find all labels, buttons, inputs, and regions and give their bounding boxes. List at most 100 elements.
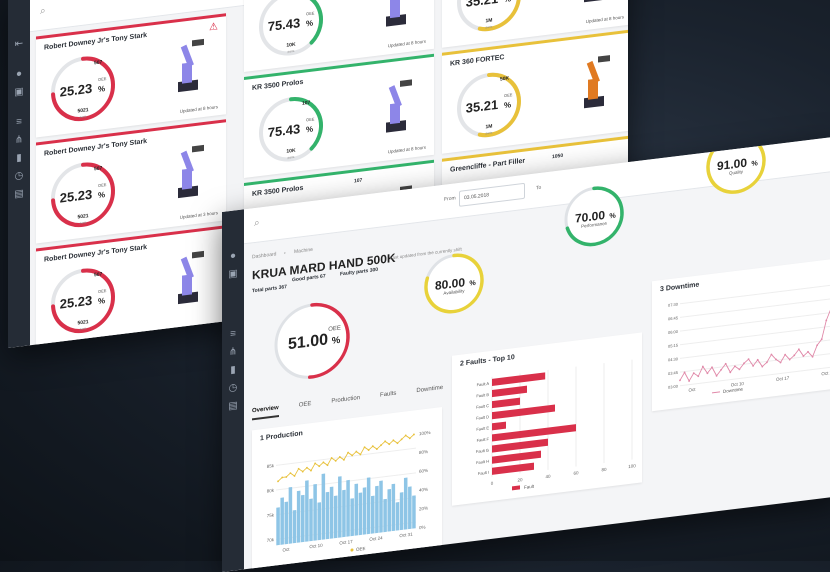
legend-label: OEE bbox=[356, 546, 365, 552]
tab-overview[interactable]: Overview bbox=[252, 405, 279, 420]
machine-card[interactable]: Robert Downey Jr's Tony Stark⚠25.23%OEE5… bbox=[36, 13, 226, 137]
oee-value: 25.23 bbox=[60, 187, 93, 206]
x-tick-label: 100 bbox=[628, 463, 636, 469]
y-tick-label: Fault E bbox=[476, 425, 489, 432]
robot-head bbox=[400, 79, 412, 86]
production-bar bbox=[346, 480, 350, 537]
faulty-count: 50K bbox=[500, 75, 510, 82]
percent-sign: % bbox=[306, 19, 313, 29]
percent-sign: % bbox=[98, 190, 105, 200]
faulty-count: 507 bbox=[94, 271, 103, 278]
production-bar bbox=[350, 498, 354, 536]
machine-card[interactable]: Robert Downey Jr's Tony Stark25.23%OEE50… bbox=[36, 119, 226, 243]
tab-production[interactable]: Production bbox=[331, 395, 360, 411]
x-tick-label: 20 bbox=[518, 477, 523, 483]
machine-card[interactable]: Robert Downey Jr's Tony Stark25.23%OEE50… bbox=[36, 225, 226, 348]
machine-card-name: KR 360 FORTEC bbox=[450, 54, 504, 68]
menu-collapse-icon[interactable]: ⇤ bbox=[13, 38, 25, 51]
machine-icon[interactable]: ▣ bbox=[13, 86, 25, 99]
updated-time: Updated at 8 hours bbox=[388, 39, 426, 49]
sidebar: ⇤ ● ▣ ≡ ⋔ ▮ ◷ ▤ bbox=[8, 0, 30, 348]
network-icon[interactable]: ⋔ bbox=[13, 134, 25, 147]
tab-oee[interactable]: OEE bbox=[299, 401, 312, 415]
percent-sign: % bbox=[98, 84, 105, 94]
gauge-unit: % bbox=[609, 211, 616, 221]
x-tick-label: 80 bbox=[602, 467, 607, 473]
faulty-count: 107 bbox=[354, 177, 362, 184]
y-tick-label: Fault F bbox=[477, 436, 490, 443]
updated-time: Updated at 3 hours bbox=[180, 210, 218, 220]
oee-gauge: 35.21%OEE50K1Mparts bbox=[452, 0, 526, 40]
oee-value: 75.43 bbox=[268, 15, 301, 34]
faulty-count: 107 bbox=[302, 0, 311, 1]
percent-sign: % bbox=[98, 296, 105, 306]
percent-sign: % bbox=[504, 100, 511, 110]
production-bar bbox=[322, 474, 326, 540]
good-label: parts bbox=[80, 220, 87, 225]
machine-card[interactable]: KR 3500 Prolos75.43%OEE10710KpartsUpdate… bbox=[244, 54, 434, 178]
settings-icon[interactable]: ≡ bbox=[13, 116, 25, 129]
production-bar bbox=[330, 487, 334, 539]
x-tick-label: Oct bbox=[689, 387, 697, 393]
x-tick-label: 60 bbox=[574, 470, 579, 476]
good-count: 5021 bbox=[77, 107, 88, 114]
good-count: 1M bbox=[486, 18, 493, 25]
orange-robot-arm-image bbox=[570, 48, 618, 114]
production-bar bbox=[309, 499, 313, 542]
y-right-tick-label: 80% bbox=[419, 449, 428, 455]
production-bar bbox=[301, 495, 305, 542]
oee-label: OEE bbox=[504, 92, 513, 98]
production-bar bbox=[367, 477, 371, 534]
downtime-point bbox=[720, 369, 722, 371]
production-bar bbox=[280, 497, 284, 544]
faults-card: 2 Faults - Top 10 020406080100Fault AFau… bbox=[452, 332, 642, 505]
machine-card-name: Robert Downey Jr's Tony Stark bbox=[44, 244, 147, 264]
y-tick-label: Fault G bbox=[476, 447, 489, 454]
faulty-count: 1050 bbox=[552, 153, 563, 160]
tab-downtime[interactable]: Downtime bbox=[416, 385, 443, 400]
oee-gauge: 35.21%OEE50K1Mparts bbox=[452, 63, 526, 146]
y-right-tick-label: 40% bbox=[419, 487, 428, 493]
gauge-unit: % bbox=[332, 335, 341, 347]
tab-faults[interactable]: Faults bbox=[380, 391, 396, 405]
y-tick-label: Fault C bbox=[476, 403, 489, 410]
y-tick-label: 03:00 bbox=[668, 383, 679, 389]
y-left-tick-label: 80k bbox=[267, 488, 275, 494]
chart-icon[interactable]: ▮ bbox=[13, 152, 25, 165]
machine-card[interactable]: KR 360 FORTEC35.21%OEE50K1Mparts bbox=[442, 29, 628, 153]
gauge-unit: % bbox=[469, 278, 476, 288]
downtime-point bbox=[679, 379, 681, 381]
fault-bar bbox=[492, 451, 541, 464]
production-bar bbox=[383, 499, 387, 532]
x-tick-label: Oct bbox=[283, 547, 291, 553]
downtime-point bbox=[793, 354, 795, 356]
oee-gauge: 75.43%OEE10710Kparts bbox=[254, 0, 328, 65]
y-tick-label: Fault B bbox=[476, 392, 489, 399]
production-bar bbox=[404, 478, 408, 530]
x-tick-label: Oct 10 bbox=[309, 543, 323, 550]
y-right-tick-label: 0% bbox=[419, 525, 425, 531]
production-bar bbox=[305, 480, 309, 542]
oee-value: 25.23 bbox=[60, 293, 93, 312]
production-bar bbox=[338, 476, 342, 538]
updated-time: Updated at 8 hours bbox=[586, 14, 624, 24]
good-count: 5021 bbox=[77, 213, 88, 220]
machine-card-name: Greencliffe - Part Filler bbox=[450, 158, 525, 174]
search-icon[interactable]: ⌕ bbox=[40, 5, 46, 17]
production-bar bbox=[297, 491, 301, 543]
oee-value: 35.21 bbox=[466, 0, 499, 10]
fault-bar bbox=[492, 398, 520, 409]
percent-sign: % bbox=[504, 0, 511, 4]
legend-swatch bbox=[712, 392, 720, 393]
document-icon[interactable]: ▤ bbox=[13, 188, 25, 201]
y-tick-label: 06:45 bbox=[668, 315, 679, 321]
faulty-count: 507 bbox=[94, 59, 103, 66]
oee-label: OEE bbox=[98, 182, 107, 188]
clock-icon[interactable]: ◷ bbox=[13, 170, 25, 183]
user-icon[interactable]: ● bbox=[13, 68, 25, 81]
y-tick-label: 03:45 bbox=[668, 370, 679, 376]
x-tick-label: 40 bbox=[546, 474, 551, 480]
robot-head bbox=[192, 251, 204, 258]
fault-bar bbox=[492, 386, 527, 397]
production-bar bbox=[392, 484, 396, 531]
